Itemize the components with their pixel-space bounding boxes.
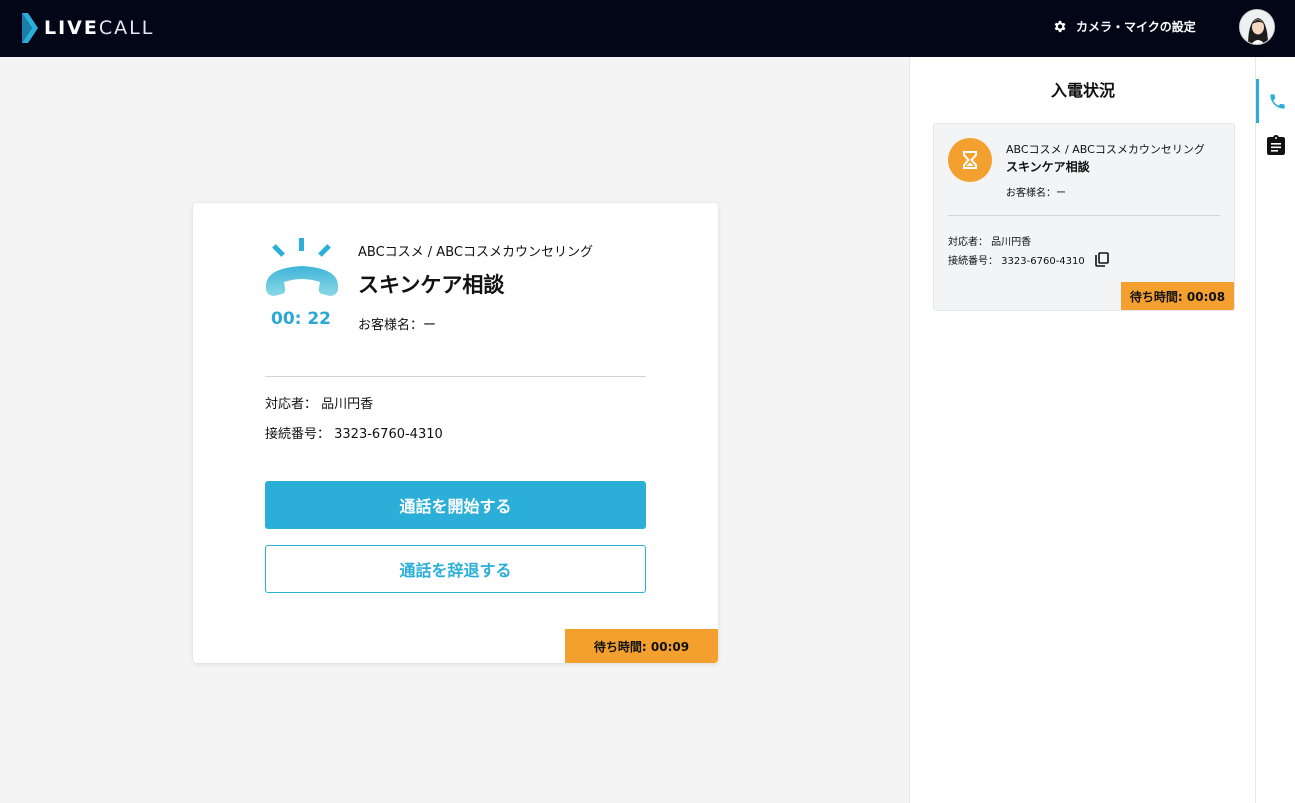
wait-time-badge: 待ち時間: 00:09 xyxy=(565,629,718,663)
ringing-phone-icon xyxy=(266,238,338,296)
connection-number: 接続番号： 3323-6760-4310 xyxy=(265,427,443,442)
panel-title: 入電状況 xyxy=(1050,81,1115,100)
mini-connection-number: 接続番号： 3323-6760-4310 xyxy=(948,256,1085,267)
hourglass-glyph xyxy=(963,151,977,169)
side-tab-rail xyxy=(1255,57,1295,803)
avatar-portrait-icon xyxy=(1240,10,1274,44)
top-bar: LIVECALL カメラ・マイクの設定 xyxy=(0,0,1295,57)
mini-divider xyxy=(948,215,1220,216)
livecall-logo[interactable]: LIVECALL xyxy=(22,13,154,43)
user-avatar[interactable] xyxy=(1239,9,1275,45)
mini-connection-row: 接続番号： 3323-6760-4310 xyxy=(948,252,1109,267)
gear-icon xyxy=(1054,20,1066,33)
incoming-call-list-item[interactable]: ABCコスメ / ABCコスメカウンセリング スキンケア相談 お客様名：ー 対応… xyxy=(933,123,1235,311)
tab-clipboard[interactable] xyxy=(1256,123,1295,167)
decline-call-button[interactable]: 通話を辞退する xyxy=(265,545,646,593)
logo-chevron-icon xyxy=(22,13,38,43)
logo-text: LIVECALL xyxy=(44,17,154,39)
hourglass-icon xyxy=(948,138,992,182)
logo-text-bold: LIVE xyxy=(44,17,99,39)
card-divider xyxy=(265,376,646,377)
start-call-button[interactable]: 通話を開始する xyxy=(265,481,646,529)
camera-mic-settings-button[interactable]: カメラ・マイクの設定 xyxy=(1052,18,1196,35)
clipboard-icon xyxy=(1267,135,1285,155)
mini-agent-name: 対応者： 品川円香 xyxy=(948,237,1032,248)
mini-wait-time-badge: 待ち時間: 00:08 xyxy=(1121,282,1234,310)
service-title: スキンケア相談 xyxy=(358,273,505,297)
call-timer: 00: 22 xyxy=(270,309,332,329)
copy-icon[interactable] xyxy=(1094,252,1109,267)
agent-name: 対応者： 品川円香 xyxy=(265,397,374,412)
incoming-status-panel: 入電状況 ABCコスメ / ABCコスメカウンセリング スキンケア相談 お客様名… xyxy=(909,57,1255,803)
incoming-call-card: 00: 22 ABCコスメ / ABCコスメカウンセリング スキンケア相談 お客… xyxy=(193,203,718,663)
settings-label: カメラ・マイクの設定 xyxy=(1076,20,1196,34)
mini-service-path: ABCコスメ / ABCコスメカウンセリング xyxy=(1006,143,1205,156)
phone-icon xyxy=(1270,93,1285,109)
tab-phone[interactable] xyxy=(1256,79,1295,123)
logo-text-thin: CALL xyxy=(98,17,155,39)
mini-service-title: スキンケア相談 xyxy=(1006,160,1090,174)
mini-customer-name: お客様名：ー xyxy=(1006,188,1066,199)
service-path: ABCコスメ / ABCコスメカウンセリング xyxy=(358,245,593,260)
customer-name: お客様名：ー xyxy=(358,318,437,333)
